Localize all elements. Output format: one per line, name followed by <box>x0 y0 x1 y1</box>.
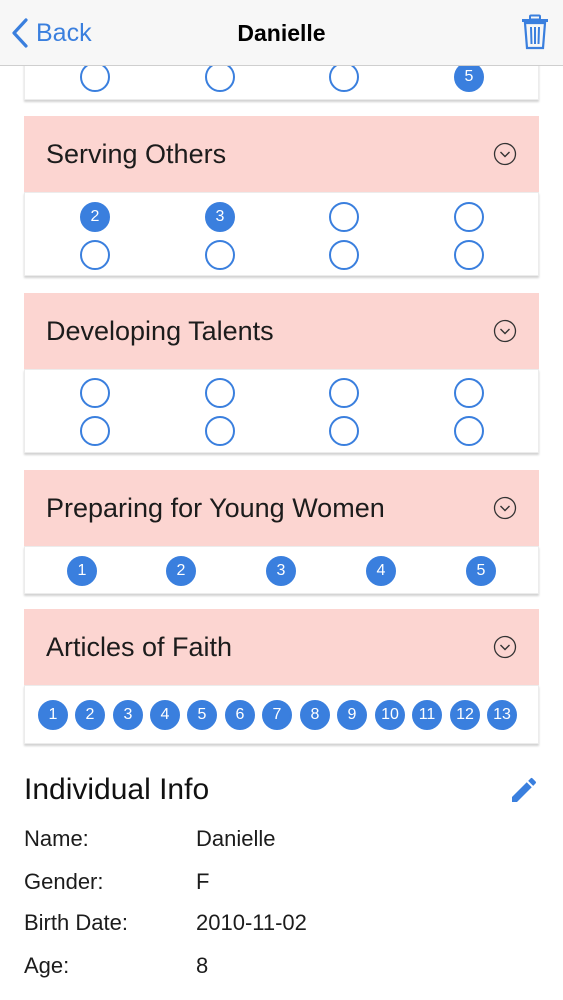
section-title: Serving Others <box>46 138 227 169</box>
section-header-serving-others[interactable]: Serving Others <box>24 116 539 192</box>
section-header-developing-talents[interactable]: Developing Talents <box>24 293 539 369</box>
goal-circle-completed[interactable]: 1 <box>67 556 97 586</box>
goal-circle-completed[interactable]: 5 <box>454 62 484 92</box>
goal-circle[interactable] <box>454 240 484 270</box>
goal-circle-completed[interactable]: 2 <box>80 202 110 232</box>
section-header-articles-of-faith[interactable]: Articles of Faith <box>24 609 539 685</box>
goal-circle[interactable] <box>454 378 484 408</box>
chevron-down-icon <box>493 142 517 166</box>
goal-circle[interactable] <box>454 202 484 232</box>
goal-circle-completed[interactable]: 3 <box>113 700 143 730</box>
goal-circle-completed[interactable]: 10 <box>375 700 405 730</box>
scroll-content[interactable]: 5 Serving Others 2 3 Developing Talents … <box>0 0 563 1000</box>
info-label-age: Age: <box>24 953 70 978</box>
navigation-bar: Back Danielle <box>0 0 563 66</box>
goal-circle-completed[interactable]: 12 <box>450 700 480 730</box>
goal-circle-completed[interactable]: 2 <box>166 556 196 586</box>
goal-circle-completed[interactable]: 4 <box>366 556 396 586</box>
info-label-gender: Gender: <box>24 869 104 894</box>
goal-circle-completed[interactable]: 5 <box>466 556 496 586</box>
trash-icon[interactable] <box>521 14 549 50</box>
goal-circle-completed[interactable]: 3 <box>266 556 296 586</box>
goal-circle[interactable] <box>80 240 110 270</box>
section-title: Articles of Faith <box>46 631 233 662</box>
goal-circle[interactable] <box>329 378 359 408</box>
chevron-down-icon <box>493 496 517 520</box>
goal-circle-completed[interactable]: 9 <box>337 700 367 730</box>
goal-circle-completed[interactable]: 5 <box>187 700 217 730</box>
goal-circle[interactable] <box>205 62 235 92</box>
goal-circle-completed[interactable]: 8 <box>300 700 330 730</box>
section-title: Preparing for Young Women <box>46 492 385 523</box>
goal-circle[interactable] <box>80 62 110 92</box>
goal-circle-completed[interactable]: 1 <box>38 700 68 730</box>
individual-info-title: Individual Info <box>24 773 210 806</box>
section-header-preparing-for-young-women[interactable]: Preparing for Young Women <box>24 470 539 546</box>
goal-circle-completed[interactable]: 3 <box>205 202 235 232</box>
chevron-down-icon <box>493 319 517 343</box>
goal-circle[interactable] <box>205 240 235 270</box>
info-value-gender: F <box>196 869 210 894</box>
edit-pencil-icon[interactable] <box>508 774 540 806</box>
goal-circle-completed[interactable]: 11 <box>412 700 442 730</box>
goal-circle-completed[interactable]: 4 <box>150 700 180 730</box>
goal-circle-completed[interactable]: 13 <box>487 700 517 730</box>
goal-circle-completed[interactable]: 2 <box>75 700 105 730</box>
goal-circle[interactable] <box>329 202 359 232</box>
section-title: Developing Talents <box>46 315 274 346</box>
info-value-age: 8 <box>196 953 209 978</box>
info-value-name: Danielle <box>196 826 276 851</box>
goal-circle[interactable] <box>329 62 359 92</box>
page-title: Danielle <box>237 20 326 46</box>
goal-circle[interactable] <box>329 416 359 446</box>
info-label-name: Name: <box>24 826 89 851</box>
info-label-birth-date: Birth Date: <box>24 910 128 935</box>
goal-circle[interactable] <box>454 416 484 446</box>
goal-circle[interactable] <box>80 378 110 408</box>
goal-circle[interactable] <box>205 378 235 408</box>
info-value-birth-date: 2010-11-02 <box>196 910 307 935</box>
chevron-down-icon <box>493 635 517 659</box>
goal-circle-completed[interactable]: 6 <box>225 700 255 730</box>
goal-circle[interactable] <box>329 240 359 270</box>
goal-circle[interactable] <box>205 416 235 446</box>
goal-circle-completed[interactable]: 7 <box>262 700 292 730</box>
goal-circle[interactable] <box>80 416 110 446</box>
